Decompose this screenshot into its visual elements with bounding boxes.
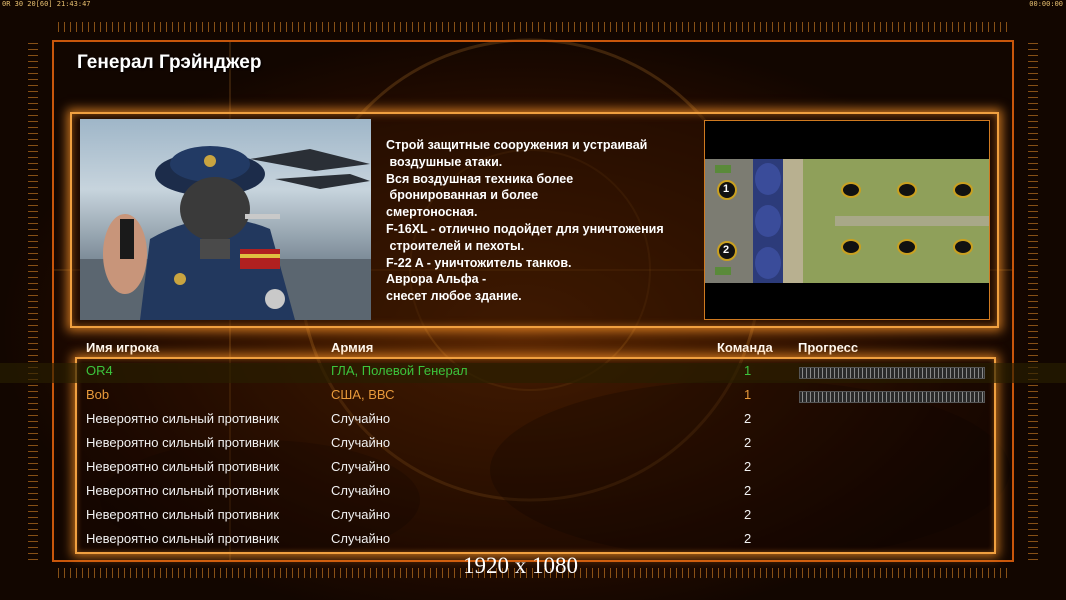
player-team: 2: [744, 459, 752, 474]
player-name: Невероятно сильный противник: [86, 435, 280, 450]
player-row[interactable]: Невероятно сильный противник Случайно 2: [0, 459, 1066, 479]
player-name: OR4: [86, 363, 113, 378]
player-army: ГЛА, Полевой Генерал: [331, 363, 468, 378]
player-team: 2: [744, 483, 752, 498]
status-bar-left: 0R 30 20[60] 21:43:47: [2, 0, 91, 8]
player-army: Случайно: [331, 507, 391, 522]
loading-progress-bar: [799, 391, 985, 403]
briefing-line: Аврора Альфа -: [386, 272, 487, 287]
player-name: Невероятно сильный противник: [86, 531, 280, 546]
status-bar: 0R 30 20[60] 21:43:47 00:00:00: [0, 0, 1066, 9]
briefing-line: воздушные атаки.: [386, 154, 503, 169]
player-army: Случайно: [331, 531, 391, 546]
player-row[interactable]: OR4 ГЛА, Полевой Генерал 1: [0, 363, 1066, 383]
briefing-line: F-22 A - уничтожитель танков.: [386, 255, 572, 270]
player-team: 2: [744, 507, 752, 522]
player-team: 1: [744, 363, 752, 378]
column-header-player-name: Имя игрока: [86, 340, 160, 355]
column-header-team: Команда: [717, 340, 773, 355]
player-team: 2: [744, 531, 752, 546]
player-army: Случайно: [331, 435, 391, 450]
player-army: Случайно: [331, 411, 391, 426]
start-position-label: 1: [723, 183, 730, 195]
loading-progress-bar: [799, 367, 985, 379]
player-row[interactable]: Невероятно сильный противник Случайно 2: [0, 435, 1066, 455]
briefing-line: строителей и пехоты.: [386, 238, 525, 253]
briefing-line: Вся воздушная техника более: [386, 171, 574, 186]
player-name: Bob: [86, 387, 110, 402]
right-ruler: [1028, 40, 1038, 560]
general-portrait-art: [80, 146, 371, 320]
start-position-label: 2: [723, 244, 730, 256]
player-name: Невероятно сильный противник: [86, 411, 280, 426]
player-name: Невероятно сильный противник: [86, 483, 280, 498]
player-row[interactable]: Невероятно сильный противник Случайно 2: [0, 507, 1066, 527]
player-team: 2: [744, 435, 752, 450]
resolution-label: 1920 x 1080: [463, 553, 578, 578]
general-portrait: [80, 119, 371, 320]
status-bar-timer: 00:00:00: [1029, 0, 1063, 8]
player-army: Случайно: [331, 459, 391, 474]
page-title: Генерал Грэйнджер: [77, 52, 262, 73]
briefing-line: F-16XL - отлично подойдет для уничтожени…: [386, 221, 664, 236]
player-row[interactable]: Bob США, ВВС 1: [0, 387, 1066, 407]
briefing-line: смертоносная.: [386, 205, 478, 220]
map-preview[interactable]: 1 2: [704, 120, 990, 320]
top-ruler: [58, 22, 1008, 32]
player-team: 1: [744, 387, 752, 402]
player-name: Невероятно сильный противник: [86, 459, 280, 474]
map-preview-terrain: [705, 159, 989, 283]
player-row[interactable]: Невероятно сильный противник Случайно 2: [0, 531, 1066, 551]
briefing-line: Строй защитные сооружения и устраивай: [386, 138, 648, 152]
player-team: 2: [744, 411, 752, 426]
column-header-progress: Прогресс: [798, 340, 859, 355]
player-name: Невероятно сильный противник: [86, 507, 280, 522]
briefing-line: бронированная и более: [386, 188, 539, 203]
player-row[interactable]: Невероятно сильный противник Случайно 2: [0, 411, 1066, 431]
left-ruler: [28, 40, 38, 560]
player-row[interactable]: Невероятно сильный противник Случайно 2: [0, 483, 1066, 503]
briefing-text: Строй защитные сооружения и устраивай во…: [386, 137, 698, 305]
player-army: США, ВВС: [331, 387, 395, 402]
column-header-army: Армия: [331, 340, 374, 355]
player-army: Случайно: [331, 483, 391, 498]
briefing-line: снесет любое здание.: [386, 289, 522, 304]
